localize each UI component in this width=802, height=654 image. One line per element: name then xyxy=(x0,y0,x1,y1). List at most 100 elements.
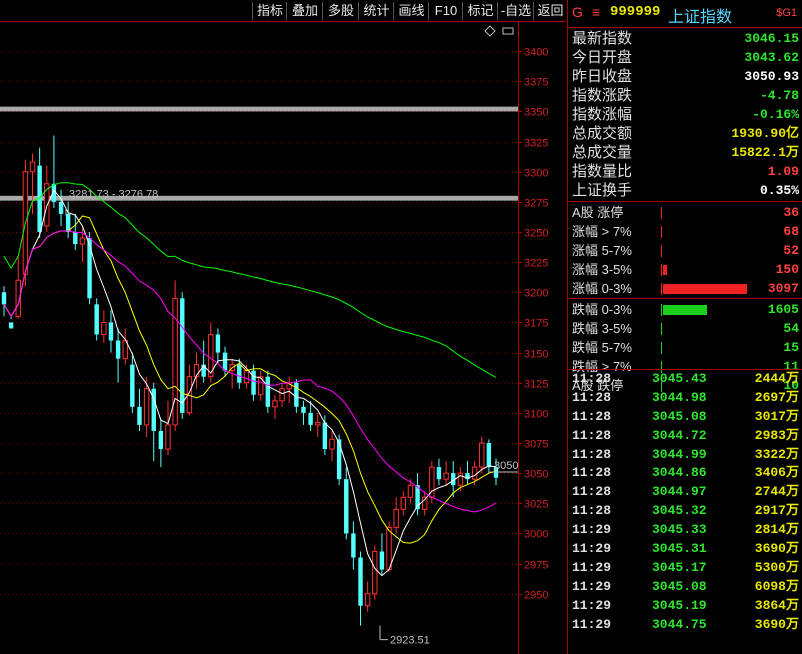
stat-label: 最新指数 xyxy=(572,30,633,47)
y-tick-label: 3200 xyxy=(524,288,548,300)
y-tick-label: 3275 xyxy=(524,198,548,210)
tick-volume: 2444万 xyxy=(754,371,799,386)
tick-volume: 2983万 xyxy=(754,427,799,443)
breadth-row: 跌幅 3-5% 54 xyxy=(568,319,802,338)
candle-body xyxy=(301,406,306,413)
breadth-bar xyxy=(663,305,707,315)
kline-chart[interactable]: 2950 2975 3000 3025 3050 3075 3100 3125 3150 3175… xyxy=(0,21,566,654)
breadth-axis xyxy=(661,323,662,335)
tick-volume: 3690万 xyxy=(754,616,799,632)
tick-price: 3045.31 xyxy=(652,541,707,557)
breadth-axis xyxy=(661,304,662,316)
breadth-label: 涨幅 > 7% xyxy=(572,224,632,239)
candle-body xyxy=(79,237,86,245)
ma60-line xyxy=(3,182,497,378)
breadth-label: A股 涨停 xyxy=(572,205,624,220)
tick-row: 11:28 3044.86 3406万 xyxy=(568,464,802,483)
y-tick-label: 3325 xyxy=(524,138,548,150)
tick-price: 3045.08 xyxy=(652,578,707,594)
toolbar-button[interactable]: 统计 xyxy=(358,2,394,20)
tick-price: 3045.08 xyxy=(652,408,707,424)
tick-price: 3045.33 xyxy=(652,522,707,538)
candle-body xyxy=(94,304,99,335)
breadth-value: 52 xyxy=(783,243,799,258)
menu-icon[interactable]: ≡ xyxy=(592,4,600,20)
stat-row: 上证换手 0.35% xyxy=(568,181,802,200)
candle-body xyxy=(322,422,328,450)
candle-body xyxy=(8,322,14,329)
stat-label: 指数量比 xyxy=(572,163,633,180)
stat-value: 15822.1万 xyxy=(731,145,799,160)
y-tick-label: 3100 xyxy=(524,409,548,421)
candle-body xyxy=(407,484,414,498)
breadth-axis xyxy=(661,226,662,238)
candle-body xyxy=(73,232,78,245)
breadth-row: 涨幅 3-5% 150 xyxy=(568,260,802,279)
stat-value: 3046.15 xyxy=(744,31,799,46)
security-name: 上证指数 xyxy=(668,9,733,26)
stat-value: 3050.93 xyxy=(744,69,799,84)
tick-time: 11:29 xyxy=(572,597,612,613)
quote-panel: G ≡ 999999 上证指数 $G1 最新指数 3046.15 今日开盘 3043.… xyxy=(567,0,802,654)
tick-row: 11:28 3045.32 2917万 xyxy=(568,502,802,521)
toolbar-button[interactable]: 多股 xyxy=(322,2,359,20)
candle-body xyxy=(215,334,221,353)
stat-value: 0.35% xyxy=(759,183,799,198)
breadth-value: 3097 xyxy=(767,281,799,296)
y-tick-label: 3150 xyxy=(524,349,548,361)
stat-value: -0.16% xyxy=(752,107,799,122)
chart-toolbar: 指标 叠加 多股 统计 画线 F10 标记 -自选 返回 xyxy=(0,0,566,21)
stat-label: 今日开盘 xyxy=(572,49,633,66)
toolbar-button[interactable]: 标记 xyxy=(462,2,498,20)
tick-time: 11:28 xyxy=(572,371,612,386)
stat-row: 今日开盘 3043.62 xyxy=(568,48,802,67)
stat-row: 指数涨幅 -0.16% xyxy=(568,105,802,124)
tick-time: 11:29 xyxy=(572,541,612,557)
breadth-label: 跌幅 3-5% xyxy=(572,321,632,336)
stat-label: 总成交额 xyxy=(572,125,633,142)
tick-row: 11:29 3045.17 5300万 xyxy=(568,559,802,578)
y-tick-label: 3300 xyxy=(524,168,548,180)
breadth-value: 36 xyxy=(783,205,799,220)
tick-volume: 3690万 xyxy=(754,541,799,557)
tick-time: 11:29 xyxy=(572,522,612,538)
breadth-row: 跌幅 5-7% 15 xyxy=(568,338,802,357)
candle-body xyxy=(329,438,335,450)
candle-body xyxy=(279,388,285,402)
price-zone-band xyxy=(0,106,518,112)
breadth-axis xyxy=(661,264,662,276)
candle-body xyxy=(137,406,142,425)
candle-body xyxy=(222,352,228,371)
tick-price: 3044.98 xyxy=(652,389,707,405)
tick-time: 11:29 xyxy=(572,578,612,594)
candle-body xyxy=(158,430,164,450)
toolbar-button[interactable]: -自选 xyxy=(497,2,534,20)
y-tick-label: 3175 xyxy=(524,318,548,330)
tick-price: 3045.19 xyxy=(652,597,707,613)
stat-row: 昨日收盘 3050.93 xyxy=(568,67,802,86)
candle-body xyxy=(344,479,349,534)
toolbar-button[interactable]: 画线 xyxy=(393,2,429,20)
tick-time: 11:29 xyxy=(572,616,612,632)
kline-svg[interactable]: 2950 2975 3000 3025 3050 3075 3100 3125 3150 3175… xyxy=(0,21,566,654)
candle-body xyxy=(372,551,378,595)
candle-body xyxy=(272,400,278,408)
divider xyxy=(568,298,802,299)
toolbar-button[interactable]: 返回 xyxy=(533,2,567,20)
stat-label: 指数涨幅 xyxy=(572,106,633,123)
y-tick-label: 3250 xyxy=(524,228,548,240)
breadth-row: 涨幅 0-3% 3097 xyxy=(568,279,802,298)
tick-volume: 2814万 xyxy=(754,522,799,538)
tick-price: 3045.17 xyxy=(652,559,707,575)
candle-body xyxy=(457,472,464,486)
tick-list: 11:28 3045.43 2444万 11:28 3044.98 2697万 11:28 3… xyxy=(568,370,802,634)
stat-value: 3043.62 xyxy=(744,50,799,65)
candle-body xyxy=(479,442,485,468)
toolbar-button[interactable]: 指标 xyxy=(252,2,287,20)
current-price-label: 3050 xyxy=(494,460,518,472)
tick-price: 3045.43 xyxy=(652,371,707,386)
toolbar-button[interactable]: 叠加 xyxy=(286,2,323,20)
candle-body xyxy=(101,321,107,335)
breadth-up-list: A股 涨停 36 涨幅 > 7% 68 涨幅 5-7% 52 涨幅 3-5% 150 涨幅 0-… xyxy=(568,203,802,298)
toolbar-button[interactable]: F10 xyxy=(428,2,463,20)
